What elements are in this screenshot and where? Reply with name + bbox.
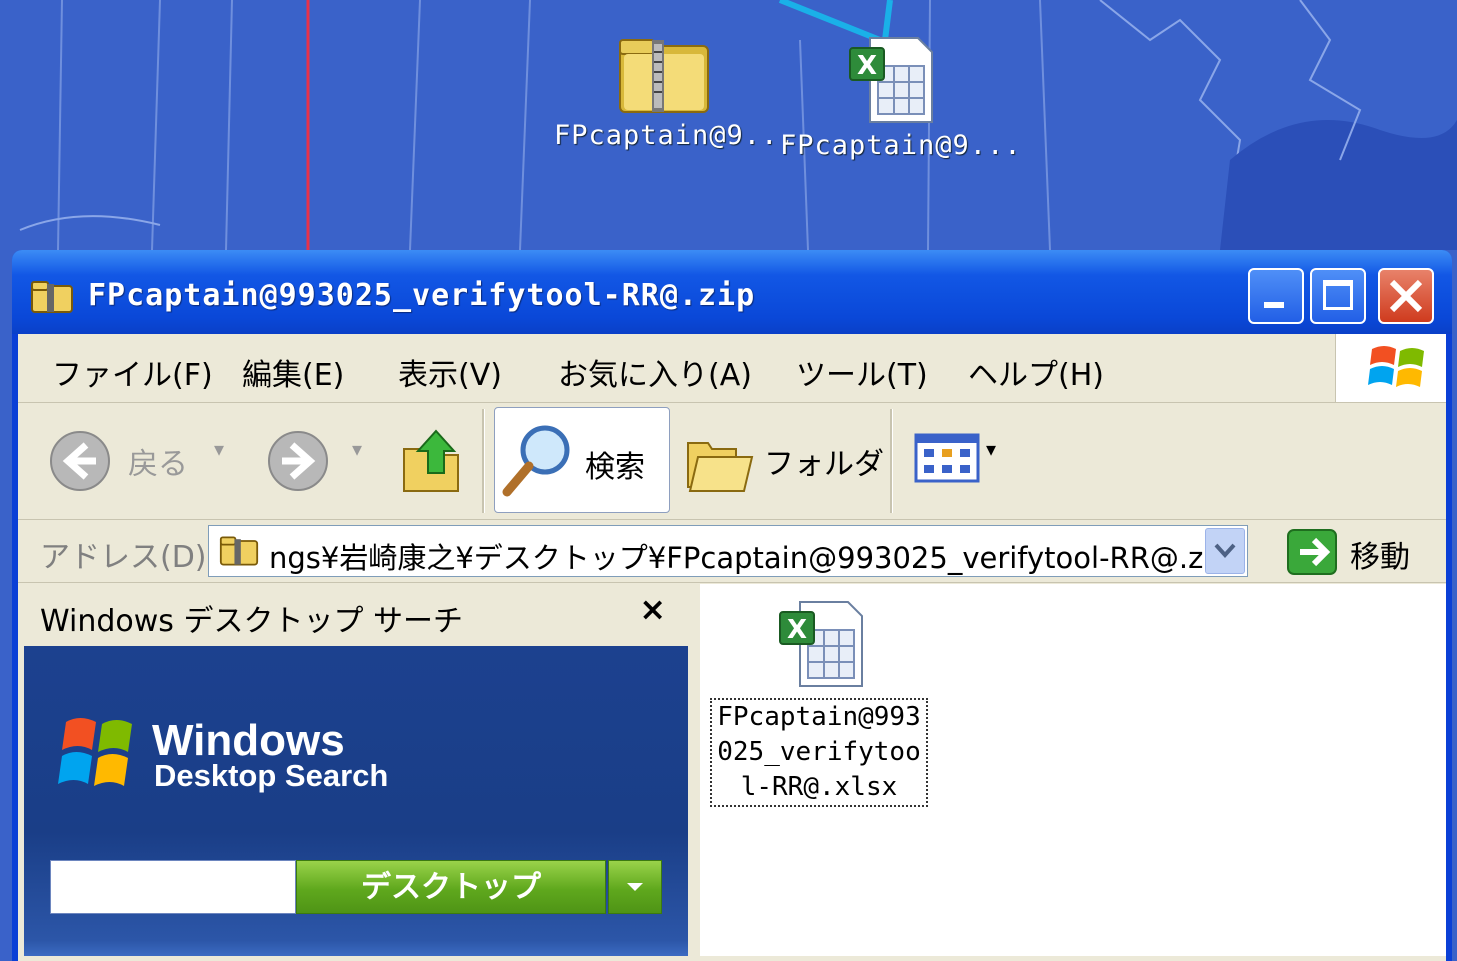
folders-button[interactable]: フォルダ [684, 423, 884, 497]
folders-icon [687, 442, 754, 492]
chevron-down-icon: ▾ [214, 437, 225, 461]
menu-help[interactable]: ヘルプ(H) [968, 350, 1104, 394]
desktop-search-input[interactable] [50, 860, 296, 914]
windows-flag-icon [58, 718, 132, 786]
desktop-search-button[interactable]: デスクトップ [296, 860, 606, 914]
go-arrow-icon [1287, 529, 1337, 575]
file-list-view[interactable]: X FPcaptain@993025_verifytool-RR@.xlsx [700, 584, 1446, 956]
chevron-down-icon: ▾ [352, 437, 363, 461]
address-input[interactable]: ngs¥岩崎康之¥デスクトップ¥FPcaptain@993025_verifyt… [208, 525, 1248, 577]
windows-logo-box [1335, 334, 1446, 402]
search-panel-title: Windows デスクトップ サーチ [40, 604, 463, 639]
search-panel-close-icon[interactable]: × [639, 590, 666, 628]
chevron-down-icon [1214, 543, 1236, 558]
toolbar-separator [890, 409, 893, 513]
forward-button[interactable]: ▾ [266, 423, 376, 497]
excel-file-icon: X [849, 37, 933, 123]
excel-file-icon: X [779, 601, 863, 687]
search-button[interactable]: 検索 [494, 407, 670, 513]
zip-folder-icon [619, 39, 709, 113]
views-icon [914, 433, 980, 483]
magnifier-icon [502, 425, 570, 497]
desktop-icon-zip[interactable]: FPcaptain@9... [554, 36, 796, 151]
zip-folder-icon [31, 281, 73, 313]
search-label: 検索 [585, 450, 645, 485]
desktop-icon-label: FPcaptain@9... [780, 130, 1022, 161]
search-panel-body: Windows Desktop Search デスクトップ [24, 646, 688, 956]
go-button[interactable]: 移動 [1286, 528, 1446, 576]
search-panel-header: Windows デスクトップ サーチ × [24, 584, 688, 646]
back-label: 戻る [128, 447, 188, 482]
desktop-icon-label: FPcaptain@9... [554, 120, 796, 151]
toolbar: 戻る ▾ ▾ 検索 フォルダ ▾ [18, 403, 1446, 520]
go-label: 移動 [1350, 540, 1410, 575]
svg-text:X: X [787, 615, 807, 645]
maximize-icon [1323, 280, 1353, 310]
back-button[interactable]: 戻る ▾ [48, 423, 238, 497]
menu-bar: ファイル(F) 編集(E) 表示(V) お気に入り(A) ツール(T) ヘルプ(… [18, 334, 1446, 403]
address-dropdown-button[interactable] [1205, 528, 1245, 574]
minimize-button[interactable] [1248, 268, 1304, 324]
address-bar: アドレス(D) ngs¥岩崎康之¥デスクトップ¥FPcaptain@993025… [18, 520, 1446, 583]
back-arrow-icon [50, 431, 110, 491]
menu-file[interactable]: ファイル(F) [52, 350, 213, 394]
up-folder-icon [403, 429, 459, 492]
up-folder-button[interactable] [400, 425, 470, 499]
desktop-search-panel: Windows デスクトップ サーチ × Windows Desktop Sea… [24, 584, 688, 956]
maximize-button[interactable] [1310, 268, 1366, 324]
address-value: ngs¥岩崎康之¥デスクトップ¥FPcaptain@993025_verifyt… [269, 541, 1230, 575]
window-client: ファイル(F) 編集(E) 表示(V) お気に入り(A) ツール(T) ヘルプ(… [18, 334, 1446, 961]
window-title: FPcaptain@993025_verifytool-RR@.zip [88, 278, 756, 313]
views-button[interactable]: ▾ [914, 433, 1014, 489]
forward-arrow-icon [268, 431, 328, 491]
chevron-down-icon [627, 883, 643, 891]
chevron-down-icon: ▾ [986, 437, 997, 461]
close-button[interactable] [1378, 268, 1434, 324]
wds-logo-subtitle: Desktop Search [154, 758, 389, 793]
toolbar-separator [482, 409, 485, 513]
svg-text:X: X [857, 51, 877, 81]
title-bar[interactable]: FPcaptain@993025_verifytool-RR@.zip [12, 250, 1452, 334]
desktop-search-dropdown-button[interactable] [608, 860, 662, 914]
file-name-label: FPcaptain@993025_verifytool-RR@.xlsx [710, 698, 928, 807]
menu-favorites[interactable]: お気に入り(A) [558, 350, 752, 394]
address-label: アドレス(D) [40, 540, 207, 575]
explorer-window: FPcaptain@993025_verifytool-RR@.zip ファイル… [12, 250, 1452, 961]
menu-view[interactable]: 表示(V) [398, 350, 502, 394]
zip-folder-icon [219, 536, 259, 566]
folders-label: フォルダ [764, 447, 884, 482]
minimize-icon [1264, 302, 1284, 308]
close-icon [1389, 279, 1423, 313]
menu-edit[interactable]: 編集(E) [242, 350, 344, 394]
desktop-icon-excel[interactable]: X FPcaptain@9... [780, 36, 1022, 161]
windows-flag-icon [1368, 346, 1424, 387]
menu-tools[interactable]: ツール(T) [796, 350, 928, 394]
